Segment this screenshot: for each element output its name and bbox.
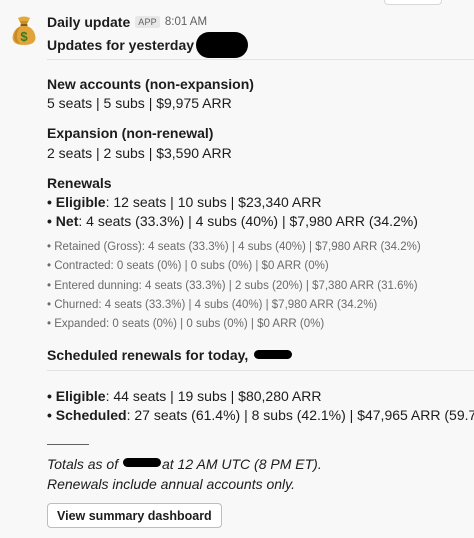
scheduled-eligible-value: : 44 seats | 19 subs | $80,280 ARR — [105, 388, 322, 404]
money-bag-icon: $ — [12, 16, 36, 45]
renewals-net-label: Net — [55, 213, 79, 229]
totals-note: Totals as of at 12 AM UTC (8 PM ET). — [47, 456, 322, 472]
sender-name[interactable]: Daily update — [47, 14, 130, 30]
section-divider — [47, 370, 474, 371]
renewals-detail-retained: Retained (Gross): 4 seats (33.3%) | 4 su… — [47, 241, 420, 253]
scheduled-scheduled-label: Scheduled — [55, 407, 127, 423]
renewals-eligible-value: : 12 seats | 10 subs | $23,340 ARR — [105, 194, 322, 210]
renewals-eligible-label: Eligible — [55, 194, 106, 210]
scheduled-scheduled: Scheduled: 27 seats (61.4%) | 8 subs (42… — [47, 407, 474, 423]
redaction-mark — [196, 32, 249, 58]
scheduled-eligible-label: Eligible — [55, 388, 106, 404]
expansion-heading: Expansion (non-renewal) — [47, 125, 214, 141]
renewals-heading: Renewals — [47, 175, 112, 191]
totals-prefix: Totals as of — [47, 456, 119, 472]
svg-text:$: $ — [20, 29, 28, 44]
renewals-net: Net: 4 seats (33.3%) | 4 subs (40%) | $7… — [47, 213, 418, 229]
scheduled-heading-text: Scheduled renewals for today, — [47, 347, 249, 363]
redaction-mark — [122, 458, 161, 467]
view-summary-dashboard-button[interactable]: View summary dashboard — [47, 503, 222, 528]
renewals-net-value: : 4 seats (33.3%) | 4 subs (40%) | $7,98… — [78, 213, 418, 229]
expansion-stats: 2 seats | 2 subs | $3,590 ARR — [47, 145, 232, 161]
new-accounts-heading: New accounts (non-expansion) — [47, 76, 254, 92]
renewals-detail-dunning: Entered dunning: 4 seats (33.3%) | 2 sub… — [47, 280, 417, 292]
scheduled-heading: Scheduled renewals for today, — [47, 347, 293, 363]
message-title: Updates for yesterday — [47, 32, 249, 58]
message-actions-toolbar[interactable] — [384, 0, 442, 5]
renewals-detail-contracted: Contracted: 0 seats (0%) | 0 subs (0%) |… — [47, 260, 328, 272]
message-timestamp[interactable]: 8:01 AM — [165, 16, 207, 28]
message-header: Daily update APP 8:01 AM — [47, 13, 207, 31]
section-divider — [47, 59, 474, 60]
scheduled-scheduled-value: : 27 seats (61.4%) | 8 subs (42.1%) | $4… — [126, 407, 474, 423]
renewals-detail-churned: Churned: 4 seats (33.3%) | 4 subs (40%) … — [47, 299, 377, 311]
app-badge: APP — [135, 16, 160, 28]
footer-rule: ——— — [47, 435, 89, 451]
title-text: Updates for yesterday — [47, 37, 195, 53]
renewals-eligible: Eligible: 12 seats | 10 subs | $23,340 A… — [47, 194, 322, 210]
renewals-detail-expanded: Expanded: 0 seats (0%) | 0 subs (0%) | $… — [47, 318, 324, 330]
scheduled-eligible: Eligible: 44 seats | 19 subs | $80,280 A… — [47, 388, 322, 404]
renewals-footnote: Renewals include annual accounts only. — [47, 476, 296, 492]
new-accounts-stats: 5 seats | 5 subs | $9,975 ARR — [47, 95, 232, 111]
message-container: $ Daily update APP 8:01 AM Updates for y… — [0, 0, 474, 538]
redaction-mark — [254, 350, 293, 359]
totals-suffix: at 12 AM UTC (8 PM ET). — [161, 456, 322, 472]
